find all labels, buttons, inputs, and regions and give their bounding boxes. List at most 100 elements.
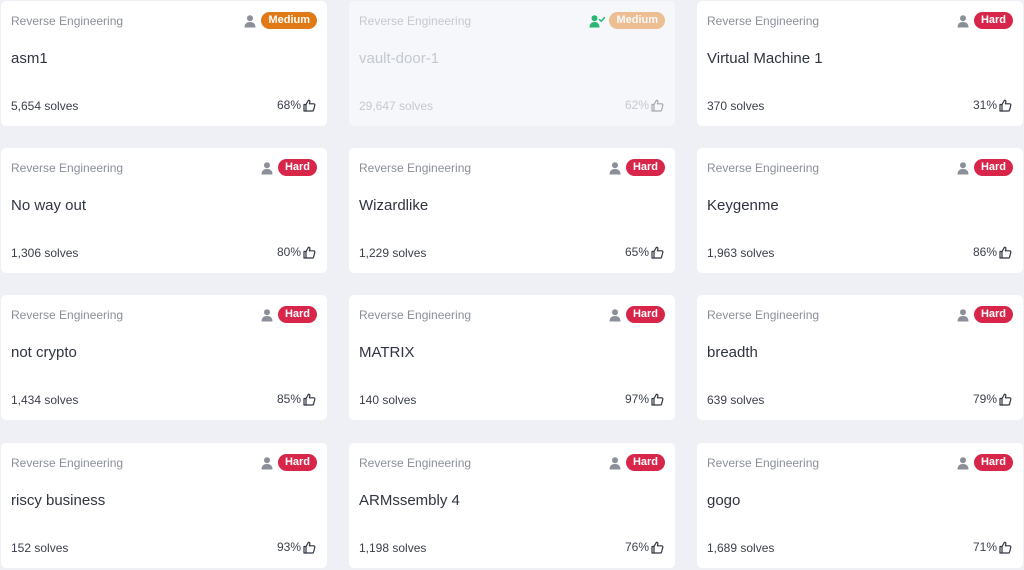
challenge-category: Reverse Engineering [707, 308, 820, 322]
challenge-card[interactable]: Reverse Engineering Hard gogo 1,689 solv… [697, 443, 1023, 568]
challenge-meta: Hard [956, 306, 1013, 323]
challenge-card[interactable]: Reverse Engineering Medium asm1 5,654 so… [1, 1, 327, 126]
difficulty-badge: Hard [973, 159, 1013, 176]
user-icon [608, 308, 622, 322]
user-icon [243, 14, 257, 28]
thumbs-up-icon [651, 99, 664, 112]
thumbs-up-icon [999, 99, 1012, 112]
difficulty-badge: Hard [973, 12, 1013, 29]
challenge-title: breadth [707, 344, 758, 361]
challenge-meta: Hard [956, 159, 1013, 176]
user-icon [956, 14, 970, 28]
challenge-card[interactable]: Reverse Engineering Hard Wizardlike 1,22… [349, 148, 675, 273]
rating: 80% [277, 245, 316, 259]
challenge-meta: Hard [608, 306, 665, 323]
solve-count: 1,689 solves [707, 541, 775, 555]
solve-count: 1,306 solves [11, 246, 79, 260]
challenge-card[interactable]: Reverse Engineering Medium vault-door-1 … [349, 1, 675, 126]
challenge-meta: Hard [260, 159, 317, 176]
user-icon [956, 456, 970, 470]
rating: 97% [625, 392, 664, 406]
rating: 93% [277, 540, 316, 554]
difficulty-badge: Hard [973, 306, 1013, 323]
challenge-card[interactable]: Reverse Engineering Hard Keygenme 1,963 … [697, 148, 1023, 273]
challenge-card[interactable]: Reverse Engineering Hard ARMssembly 4 1,… [349, 443, 675, 568]
challenge-category: Reverse Engineering [359, 308, 472, 322]
rating: 31% [973, 98, 1012, 112]
challenge-meta: Hard [260, 454, 317, 471]
challenge-title: No way out [11, 197, 87, 214]
solve-count: 152 solves [11, 541, 69, 555]
solve-count: 29,647 solves [359, 99, 434, 113]
rating: 76% [625, 540, 664, 554]
challenge-category: Reverse Engineering [707, 14, 820, 28]
rating-percent: 85% [276, 392, 301, 406]
rating: 62% [625, 98, 664, 112]
challenge-category: Reverse Engineering [707, 161, 820, 175]
user-icon [260, 456, 274, 470]
solve-count: 639 solves [707, 393, 765, 407]
difficulty-badge: Hard [625, 159, 665, 176]
challenge-card[interactable]: Reverse Engineering Hard breadth 639 sol… [697, 295, 1023, 420]
challenge-card[interactable]: Reverse Engineering Hard No way out 1,30… [1, 148, 327, 273]
challenge-card[interactable]: Reverse Engineering Hard riscy business … [1, 443, 327, 568]
difficulty-badge: Medium [261, 12, 317, 29]
thumbs-up-icon [303, 99, 316, 112]
thumbs-up-icon [303, 246, 316, 259]
challenge-category: Reverse Engineering [11, 456, 124, 470]
rating: 85% [277, 392, 316, 406]
difficulty-badge: Hard [277, 159, 317, 176]
solve-count: 5,654 solves [11, 99, 79, 113]
challenge-grid: Reverse Engineering Medium asm1 5,654 so… [0, 0, 1024, 570]
challenge-title: asm1 [11, 50, 48, 67]
difficulty-badge: Hard [625, 454, 665, 471]
challenge-title: riscy business [11, 492, 106, 509]
rating-percent: 65% [624, 245, 649, 259]
thumbs-up-icon [999, 246, 1012, 259]
challenge-meta: Hard [956, 12, 1013, 29]
challenge-title: not crypto [11, 344, 77, 361]
user-icon [260, 161, 274, 175]
user-icon [608, 161, 622, 175]
rating-percent: 31% [972, 98, 997, 112]
challenge-category: Reverse Engineering [11, 308, 124, 322]
solve-count: 370 solves [707, 99, 765, 113]
rating-percent: 62% [624, 98, 649, 112]
challenge-meta: Hard [956, 454, 1013, 471]
challenge-title: ARMssembly 4 [359, 492, 460, 509]
rating-percent: 93% [276, 540, 301, 554]
challenge-card[interactable]: Reverse Engineering Hard MATRIX 140 solv… [349, 295, 675, 420]
difficulty-badge: Hard [277, 306, 317, 323]
challenge-title: Wizardlike [359, 197, 429, 214]
rating-percent: 79% [972, 392, 997, 406]
thumbs-up-icon [999, 393, 1012, 406]
challenge-meta: Medium [243, 12, 317, 29]
challenge-meta: Hard [608, 159, 665, 176]
user-icon [608, 456, 622, 470]
difficulty-badge: Hard [625, 306, 665, 323]
difficulty-badge: Hard [277, 454, 317, 471]
challenge-title: MATRIX [359, 344, 415, 361]
solve-count: 1,229 solves [359, 246, 427, 260]
challenge-category: Reverse Engineering [707, 456, 820, 470]
challenge-card[interactable]: Reverse Engineering Hard Virtual Machine… [697, 1, 1023, 126]
user-icon [956, 308, 970, 322]
thumbs-up-icon [303, 541, 316, 554]
challenge-category: Reverse Engineering [11, 14, 124, 28]
user-icon [956, 161, 970, 175]
challenge-category: Reverse Engineering [359, 456, 472, 470]
user-icon [260, 308, 274, 322]
rating: 65% [625, 245, 664, 259]
rating-percent: 76% [624, 540, 649, 554]
rating-percent: 68% [276, 98, 301, 112]
solve-count: 1,198 solves [359, 541, 427, 555]
challenge-card[interactable]: Reverse Engineering Hard not crypto 1,43… [1, 295, 327, 420]
solve-count: 140 solves [359, 393, 417, 407]
challenge-title: Virtual Machine 1 [707, 50, 823, 67]
rating-percent: 71% [972, 540, 997, 554]
challenge-title: gogo [707, 492, 741, 509]
difficulty-badge: Hard [973, 454, 1013, 471]
challenge-title: Keygenme [707, 197, 779, 214]
thumbs-up-icon [999, 541, 1012, 554]
thumbs-up-icon [651, 541, 664, 554]
